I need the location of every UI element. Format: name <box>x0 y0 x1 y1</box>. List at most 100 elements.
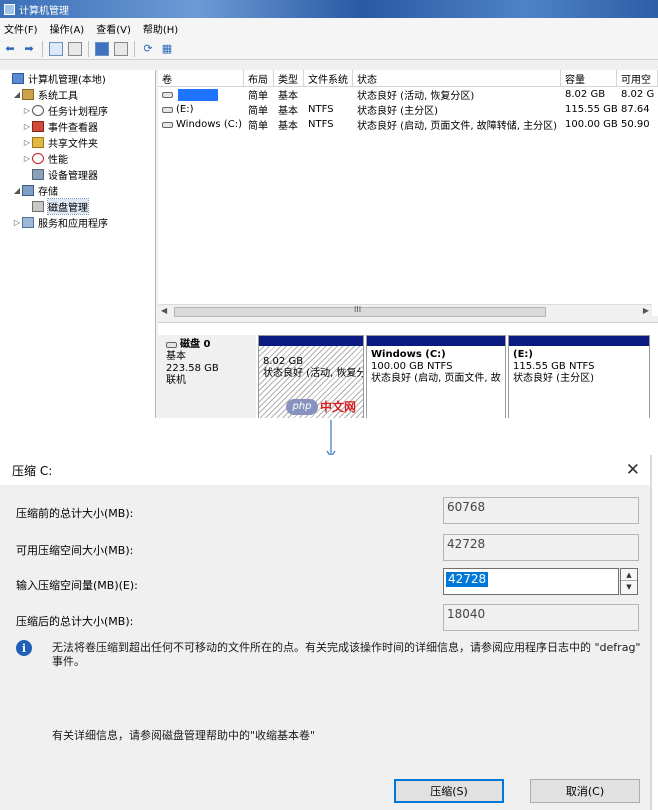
volume-cell-capacity: 8.02 GB <box>565 89 606 100</box>
shared-folder-icon <box>32 136 44 148</box>
shrink-amount-input[interactable]: 42728 <box>443 568 619 595</box>
forward-arrow-icon[interactable]: ➡ <box>21 41 37 57</box>
dialog-titlebar[interactable]: 压缩 C: ✕ <box>0 455 650 485</box>
table-row[interactable]: Windows (C:) 简单 基本 NTFS 状态良好 (启动, 页面文件, 故障转储… <box>158 117 658 132</box>
disk-management-icon <box>32 200 44 212</box>
volume-cell-name: (E:) <box>158 102 244 117</box>
menu-file[interactable]: 文件(F) <box>4 21 38 36</box>
volume-cell-status: 状态良好 (活动, 恢复分区) <box>357 91 475 102</box>
php-logo: php <box>286 398 318 415</box>
tree-item[interactable]: ▷ 服务和应用程序 <box>0 214 155 230</box>
column-header-status[interactable]: 状态 <box>353 70 561 86</box>
navigation-tree: 计算机管理(本地) ◢ 系统工具 ▷ 任务计划程序 ▷ 事件查看器 ▷ 共享文件夹 ▷ 性能 设备管理… <box>0 70 156 418</box>
cancel-button[interactable]: 取消(C) <box>530 779 640 803</box>
expand-arrow-icon[interactable]: ▷ <box>22 138 32 147</box>
spin-down-icon[interactable]: ▼ <box>621 581 637 593</box>
volume-cell-fs: NTFS <box>308 119 334 130</box>
available-shrink-field: 42728 <box>443 534 639 561</box>
scroll-right-icon[interactable]: ▶ <box>643 306 649 315</box>
column-header-layout[interactable]: 布局 <box>244 70 274 86</box>
menu-view[interactable]: 查看(V) <box>96 21 131 36</box>
disk-name-label: 磁盘 0 <box>180 339 211 350</box>
partition-name: Windows (C:) <box>371 349 446 360</box>
expand-arrow-icon[interactable]: ▷ <box>22 106 32 115</box>
volume-cell-status: 状态良好 (启动, 页面文件, 故障转储, 主分区) <box>357 121 558 132</box>
disk-status: 联机 <box>166 375 186 386</box>
scroll-left-icon[interactable]: ◀ <box>161 306 167 315</box>
toolbar-separator <box>134 40 135 57</box>
tree-item[interactable]: 设备管理器 <box>0 166 155 182</box>
partition-size: 115.55 GB NTFS <box>513 361 595 372</box>
disk-0-info[interactable]: 磁盘 0 基本 223.58 GB 联机 <box>158 335 256 418</box>
shrink-dialog: 压缩 C: ✕ 压缩前的总计大小(MB): 60768 可用压缩空间大小(MB)… <box>0 455 652 810</box>
volume-cell-fs: NTFS <box>308 104 334 115</box>
partition-bar <box>259 336 363 346</box>
column-header-volume[interactable]: 卷 <box>158 70 244 86</box>
volume-cell-layout: 简单 <box>248 91 268 102</box>
back-arrow-icon[interactable]: ⬅ <box>2 41 18 57</box>
column-header-capacity[interactable]: 容量 <box>561 70 617 86</box>
volume-rows: 简单 基本 状态良好 (活动, 恢复分区) 8.02 GB 8.02 G (E:) 简单 基本… <box>158 87 658 132</box>
menu-action[interactable]: 操作(A) <box>50 21 85 36</box>
total-size-before-label: 压缩前的总计大小(MB): <box>16 507 134 520</box>
partition-windows-c[interactable]: Windows (C:) 100.00 GB NTFS 状态良好 (启动, 页面… <box>366 335 506 418</box>
storage-icon <box>22 184 34 196</box>
volume-cell-capacity: 100.00 GB <box>565 119 617 130</box>
tree-item[interactable]: ▷ 任务计划程序 <box>0 102 155 118</box>
watermark: php 中文网 <box>286 398 356 415</box>
expand-arrow-icon[interactable]: ▷ <box>22 154 32 163</box>
expand-arrow-icon[interactable]: ◢ <box>12 90 22 99</box>
tree-item-label: 共享文件夹 <box>48 138 98 150</box>
disk-type: 基本 <box>166 351 186 362</box>
properties-icon[interactable] <box>113 41 129 57</box>
window-titlebar[interactable]: 计算机管理 <box>0 0 658 18</box>
tree-item[interactable]: ▷ 共享文件夹 <box>0 134 155 150</box>
partition-name: (E:) <box>513 349 533 360</box>
column-header-free-space[interactable]: 可用空 <box>617 70 658 86</box>
shrink-amount-spinner[interactable]: ▲ ▼ <box>620 568 638 595</box>
available-shrink-label: 可用压缩空间大小(MB): <box>16 544 134 557</box>
volume-name: Windows (C:) <box>176 119 242 130</box>
tree-item[interactable]: ▷ 事件查看器 <box>0 118 155 134</box>
table-row[interactable]: (E:) 简单 基本 NTFS 状态良好 (主分区) 115.55 GB 87.64 <box>158 102 658 117</box>
tree-item[interactable]: ◢ 系统工具 <box>0 86 155 102</box>
total-size-after-field: 18040 <box>443 604 639 631</box>
expand-arrow-icon[interactable]: ▷ <box>12 218 22 227</box>
partition-size: 8.02 GB <box>263 356 304 367</box>
up-folder-icon[interactable] <box>48 41 64 57</box>
horizontal-scrollbar[interactable]: ◀ III ▶ <box>158 304 652 318</box>
refresh-icon[interactable]: ⟳ <box>140 41 156 57</box>
services-icon <box>22 216 34 228</box>
volume-name: (E:) <box>176 104 194 115</box>
toolbar-separator <box>42 40 43 57</box>
disk-drive-icon <box>166 342 177 348</box>
close-icon[interactable]: ✕ <box>626 460 640 480</box>
volume-cell-layout: 简单 <box>248 121 268 132</box>
column-header-type[interactable]: 类型 <box>274 70 304 86</box>
event-viewer-icon <box>32 120 44 132</box>
info-message: 无法将卷压缩到超出任何不可移动的文件所在的点。有关完成该操作时间的详细信息，请参… <box>52 641 641 668</box>
table-row[interactable]: 简单 基本 状态良好 (活动, 恢复分区) 8.02 GB 8.02 G <box>158 87 658 102</box>
computer-icon <box>12 72 24 84</box>
tree-item[interactable]: 磁盘管理 <box>0 197 155 215</box>
show-hide-tree-icon[interactable] <box>67 41 83 57</box>
disk-size: 223.58 GB <box>166 363 219 374</box>
shrink-button[interactable]: 压缩(S) <box>394 779 504 803</box>
export-list-icon[interactable]: ▦ <box>159 41 175 57</box>
menu-help[interactable]: 帮助(H) <box>143 21 178 36</box>
tree-item[interactable]: ▷ 性能 <box>0 150 155 166</box>
tree-item[interactable]: 计算机管理(本地) <box>0 70 155 86</box>
partition-e[interactable]: (E:) 115.55 GB NTFS 状态良好 (主分区) <box>508 335 650 418</box>
main-area: 计算机管理(本地) ◢ 系统工具 ▷ 任务计划程序 ▷ 事件查看器 ▷ 共享文件夹 ▷ 性能 设备管理… <box>0 70 658 418</box>
tree-item[interactable]: ◢ 存储 <box>0 182 155 198</box>
device-manager-icon <box>32 168 44 180</box>
help-icon[interactable] <box>94 41 110 57</box>
volume-cell-type: 基本 <box>278 121 298 132</box>
expand-arrow-icon[interactable]: ▷ <box>22 122 32 131</box>
volume-cell-fs <box>304 87 353 102</box>
column-header-filesystem[interactable]: 文件系统 <box>304 70 353 86</box>
volume-cell-free: 8.02 G <box>621 89 655 100</box>
redacted-volume-name <box>178 88 218 101</box>
expand-arrow-icon[interactable]: ◢ <box>12 186 22 195</box>
spin-up-icon[interactable]: ▲ <box>621 569 637 581</box>
